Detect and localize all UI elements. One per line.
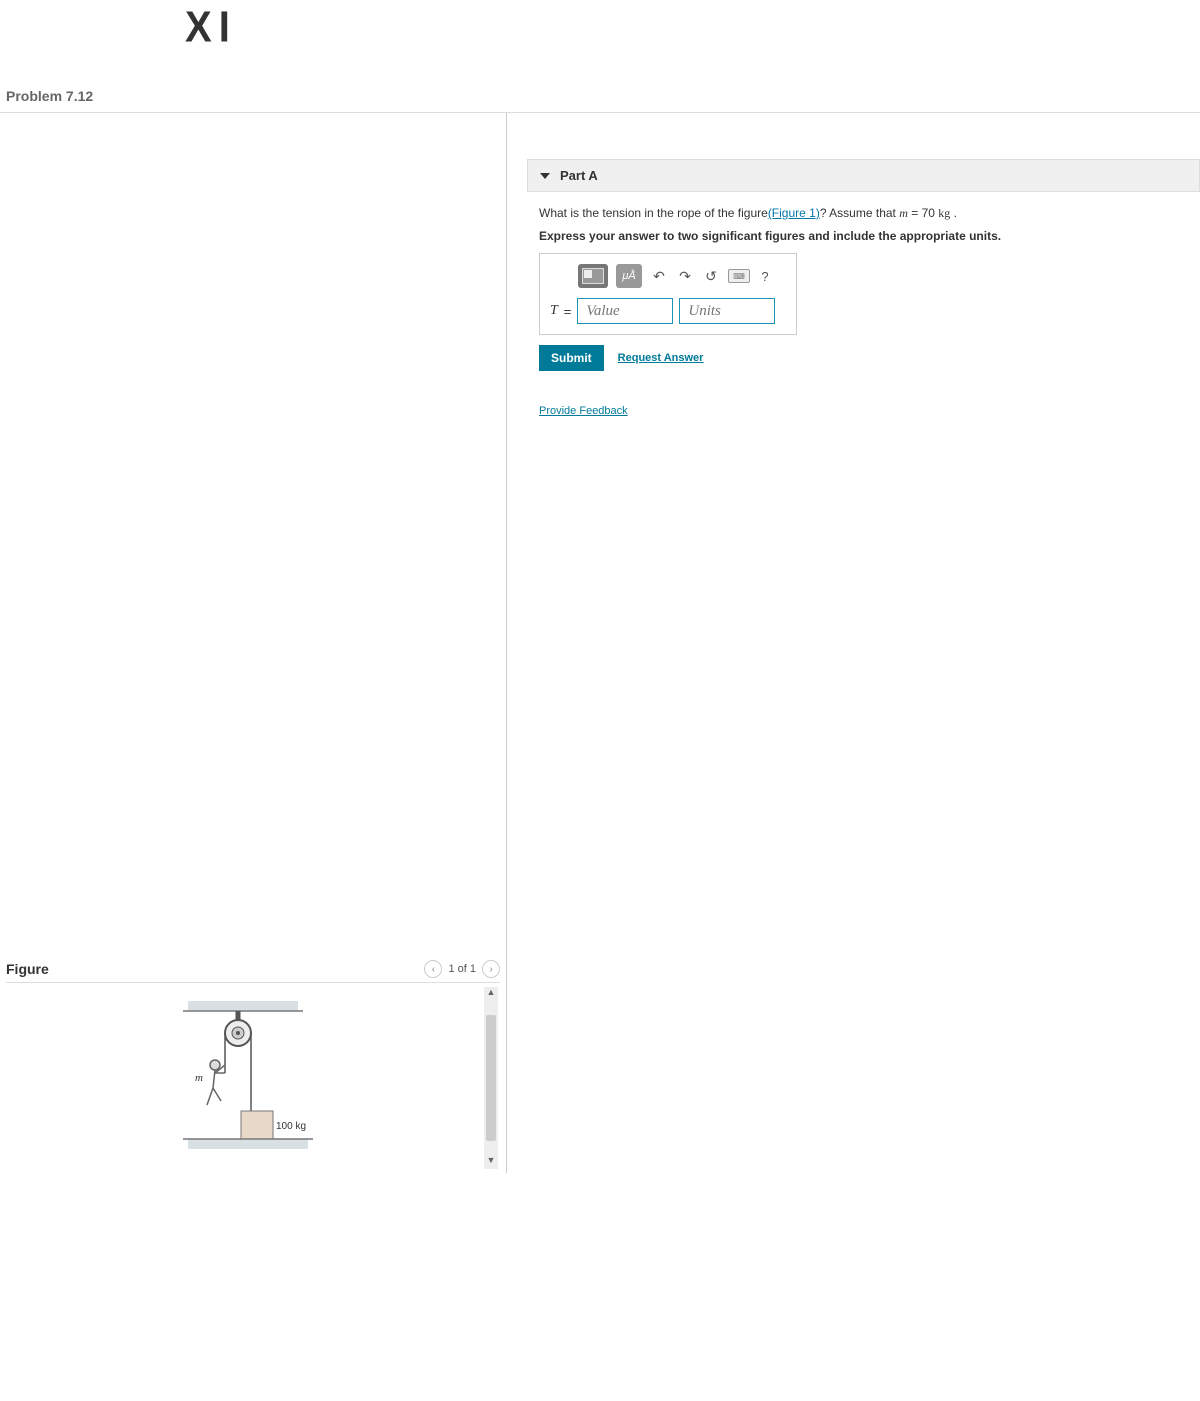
figure-title: Figure xyxy=(6,961,49,977)
part-a-title: Part A xyxy=(560,168,598,183)
help-icon[interactable]: ? xyxy=(758,264,772,288)
equals-sign: = xyxy=(564,304,572,319)
figure-scrollbar[interactable]: ▲ ▼ xyxy=(484,987,498,1169)
pulley-diagram: 100 kg m xyxy=(163,993,343,1163)
answer-instruction: Express your answer to two significant f… xyxy=(539,229,1188,243)
redo-icon[interactable]: ↷ xyxy=(676,267,694,285)
box-mass-label: 100 kg xyxy=(276,1121,306,1132)
part-a-header[interactable]: Part A xyxy=(527,159,1200,192)
variable-label: T xyxy=(550,303,558,319)
chevron-down-icon xyxy=(540,173,550,179)
figure-header: Figure ‹ 1 of 1 › xyxy=(6,956,500,983)
reset-icon[interactable]: ↺ xyxy=(702,267,720,285)
left-column: Figure ‹ 1 of 1 › xyxy=(0,113,507,1173)
right-column: Part A What is the tension in the rope o… xyxy=(507,113,1200,1173)
figure-nav: ‹ 1 of 1 › xyxy=(424,960,500,978)
part-a-body: What is the tension in the rope of the f… xyxy=(527,192,1200,421)
problem-title: Problem 7.12 xyxy=(0,0,1200,113)
figure-next-button[interactable]: › xyxy=(482,960,500,978)
scroll-up-icon[interactable]: ▲ xyxy=(484,987,498,1001)
scroll-thumb[interactable] xyxy=(486,1015,496,1141)
part-a-block: Part A What is the tension in the rope o… xyxy=(527,159,1200,421)
figure-link[interactable]: (Figure 1) xyxy=(768,206,820,220)
template-button[interactable] xyxy=(578,264,608,288)
answer-toolbar: μÅ ↶ ↷ ↺ ⌨ ? xyxy=(550,264,786,288)
submit-row: Submit Request Answer xyxy=(539,345,1188,371)
figure-panel: Figure ‹ 1 of 1 › xyxy=(0,956,506,1173)
question-text: What is the tension in the rope of the f… xyxy=(539,206,1188,221)
provide-feedback-link[interactable]: Provide Feedback xyxy=(539,405,628,417)
special-chars-button[interactable]: μÅ xyxy=(616,264,642,288)
handwritten-mark: X I xyxy=(185,3,228,53)
answer-box: μÅ ↶ ↷ ↺ ⌨ ? T = xyxy=(539,253,797,335)
figure-page-text: 1 of 1 xyxy=(448,963,476,975)
submit-button[interactable]: Submit xyxy=(539,345,604,371)
figure-body: 100 kg m ▲ xyxy=(6,983,500,1173)
units-input[interactable] xyxy=(679,298,775,324)
answer-input-row: T = xyxy=(550,298,786,324)
mass-m-label: m xyxy=(195,1072,203,1084)
figure-prev-button[interactable]: ‹ xyxy=(424,960,442,978)
keyboard-icon[interactable]: ⌨ xyxy=(728,269,750,283)
scroll-down-icon[interactable]: ▼ xyxy=(484,1155,498,1169)
main-area: Figure ‹ 1 of 1 › xyxy=(0,113,1200,1173)
undo-icon[interactable]: ↶ xyxy=(650,267,668,285)
value-input[interactable] xyxy=(577,298,673,324)
request-answer-link[interactable]: Request Answer xyxy=(618,352,704,364)
